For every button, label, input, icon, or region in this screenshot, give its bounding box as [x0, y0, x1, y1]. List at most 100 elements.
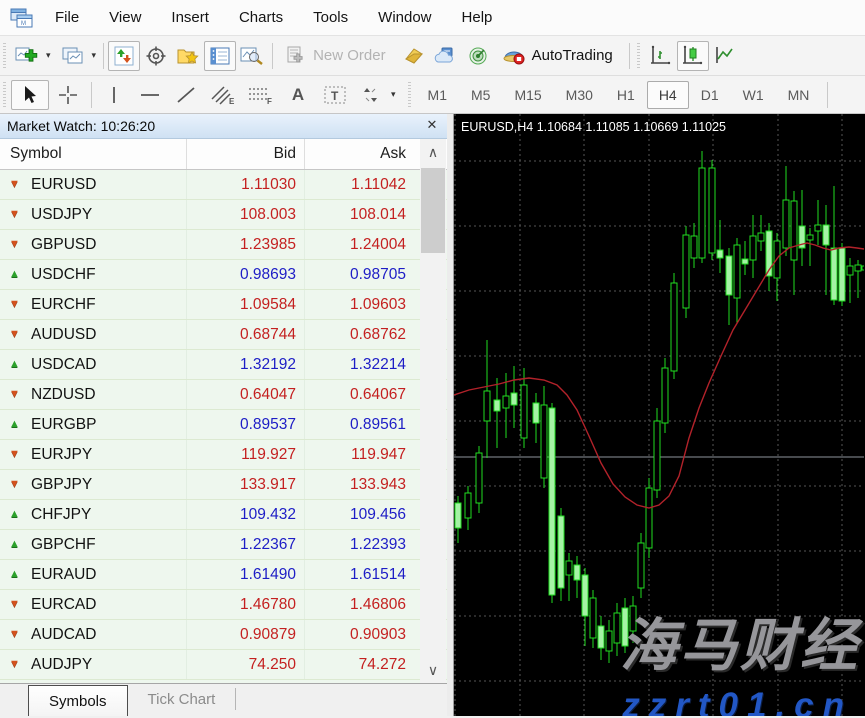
- table-row-usdchf[interactable]: ▲USDCHF0.986930.98705: [0, 260, 447, 290]
- toolbar-grip[interactable]: [1, 82, 9, 108]
- toolbar-grip[interactable]: [635, 43, 643, 69]
- table-row-eurusd[interactable]: ▼EURUSD1.110301.11042: [0, 170, 447, 200]
- ask-value: 109.456: [304, 500, 414, 529]
- timeframe-button-h1[interactable]: H1: [605, 81, 647, 109]
- scrollbar-thumb[interactable]: [421, 168, 445, 253]
- line-chart-mode-icon: [713, 45, 737, 67]
- table-row-eurcad[interactable]: ▼EURCAD1.467801.46806: [0, 590, 447, 620]
- menu-item-help[interactable]: Help: [447, 0, 508, 35]
- tab-symbols[interactable]: Symbols: [28, 685, 128, 716]
- metaeditor-button[interactable]: [398, 41, 430, 71]
- crosshair-tool-button[interactable]: [49, 80, 87, 110]
- strategy-tester-button[interactable]: [236, 41, 268, 71]
- table-row-eurgbp[interactable]: ▲EURGBP0.895370.89561: [0, 410, 447, 440]
- symbol-name: USDCHF: [31, 266, 96, 284]
- column-header-bid[interactable]: Bid: [186, 139, 304, 169]
- navigator-button[interactable]: [172, 41, 204, 71]
- text-tool-button[interactable]: A: [280, 80, 316, 110]
- trendline-tool-button[interactable]: [168, 80, 204, 110]
- symbol-cell: ▼GBPUSD: [0, 236, 186, 254]
- timeframe-button-h4[interactable]: H4: [647, 81, 689, 109]
- ask-value: 74.272: [304, 650, 414, 679]
- trend-down-icon: ▼: [9, 299, 24, 310]
- close-icon[interactable]: ✕: [424, 117, 440, 133]
- menu-item-insert[interactable]: Insert: [156, 0, 224, 35]
- equidistant-channel-tool-button[interactable]: E: [204, 80, 242, 110]
- market-watch-tabs: SymbolsTick Chart: [0, 683, 447, 716]
- bid-value: 0.68744: [186, 320, 304, 349]
- menu-item-charts[interactable]: Charts: [224, 0, 298, 35]
- profiles-caret-icon[interactable]: ▾: [92, 50, 97, 61]
- cursor-icon: [21, 85, 39, 105]
- symbol-name: AUDJPY: [31, 656, 92, 674]
- arrows-tool-caret-icon[interactable]: ▾: [391, 89, 396, 100]
- text-label-tool-button[interactable]: T: [316, 80, 354, 110]
- table-row-gbpjpy[interactable]: ▼GBPJPY133.917133.943: [0, 470, 447, 500]
- vertical-line-tool-button[interactable]: [96, 80, 132, 110]
- symbol-name: GBPJPY: [31, 476, 92, 494]
- table-row-chfjpy[interactable]: ▲CHFJPY109.432109.456: [0, 500, 447, 530]
- table-row-usdjpy[interactable]: ▼USDJPY108.003108.014: [0, 200, 447, 230]
- bar-chart-mode-button[interactable]: [645, 41, 677, 71]
- signals-button[interactable]: [462, 41, 494, 71]
- symbol-name: AUDCAD: [31, 626, 96, 644]
- data-window-button[interactable]: [140, 41, 172, 71]
- menu-item-window[interactable]: Window: [363, 0, 446, 35]
- timeframe-button-m30[interactable]: M30: [554, 81, 605, 109]
- market-watch-titlebar[interactable]: Market Watch: 10:26:20 ✕: [0, 114, 447, 139]
- table-row-nzdusd[interactable]: ▼NZDUSD0.640470.64067: [0, 380, 447, 410]
- scroll-down-icon[interactable]: ∨: [420, 657, 446, 683]
- market-watch-header: Symbol Bid Ask: [0, 139, 447, 170]
- toolbar-grip[interactable]: [406, 82, 414, 108]
- column-header-ask[interactable]: Ask: [304, 139, 414, 169]
- fibonacci-tool-button[interactable]: F: [242, 80, 280, 110]
- bid-value: 0.64047: [186, 380, 304, 409]
- market-watch-scrollbar[interactable]: ∧ ∨: [420, 139, 446, 683]
- table-row-gbpchf[interactable]: ▲GBPCHF1.223671.22393: [0, 530, 447, 560]
- timeframe-button-w1[interactable]: W1: [731, 81, 776, 109]
- terminal-button[interactable]: [204, 41, 236, 71]
- ask-value: 0.98705: [304, 260, 414, 289]
- trend-down-icon: ▼: [9, 479, 24, 490]
- timeframe-button-m1[interactable]: M1: [416, 81, 459, 109]
- table-row-audjpy[interactable]: ▼AUDJPY74.25074.272: [0, 650, 447, 680]
- table-row-eurchf[interactable]: ▼EURCHF1.095841.09603: [0, 290, 447, 320]
- cloud-button[interactable]: [430, 41, 462, 71]
- menu-item-file[interactable]: File: [40, 0, 94, 35]
- profiles-button[interactable]: [57, 41, 89, 71]
- standard-toolbar: ▾ ▾: [0, 36, 865, 76]
- table-row-euraud[interactable]: ▲EURAUD1.614901.61514: [0, 560, 447, 590]
- column-header-symbol[interactable]: Symbol: [0, 145, 186, 163]
- timeframe-button-m15[interactable]: M15: [502, 81, 553, 109]
- table-row-audusd[interactable]: ▼AUDUSD0.687440.68762: [0, 320, 447, 350]
- table-row-audcad[interactable]: ▼AUDCAD0.908790.90903: [0, 620, 447, 650]
- cursor-tool-button[interactable]: [11, 80, 49, 110]
- new-chart-caret-icon[interactable]: ▾: [46, 50, 51, 61]
- horizontal-line-tool-button[interactable]: [132, 80, 168, 110]
- candle-chart-mode-button[interactable]: [677, 41, 709, 71]
- timeframe-button-mn[interactable]: MN: [776, 81, 822, 109]
- symbol-cell: ▲USDCAD: [0, 356, 186, 374]
- chart-area[interactable]: EURUSD,H4 1.10684 1.11085 1.10669 1.1102…: [454, 114, 865, 716]
- table-row-usdcad[interactable]: ▲USDCAD1.321921.32214: [0, 350, 447, 380]
- autotrading-button[interactable]: AutoTrading: [494, 41, 621, 71]
- tab-tick-chart[interactable]: Tick Chart: [128, 688, 237, 710]
- svg-text:M: M: [21, 21, 26, 27]
- scrollbar-track[interactable]: [420, 165, 446, 657]
- table-row-eurjpy[interactable]: ▼EURJPY119.927119.947: [0, 440, 447, 470]
- scroll-up-icon[interactable]: ∧: [420, 139, 446, 165]
- new-order-button[interactable]: New Order: [277, 41, 394, 71]
- market-watch-toggle-button[interactable]: [108, 41, 140, 71]
- timeframe-button-d1[interactable]: D1: [689, 81, 731, 109]
- vertical-line-icon: [105, 85, 123, 105]
- panel-splitter[interactable]: [447, 114, 454, 716]
- table-row-gbpusd[interactable]: ▼GBPUSD1.239851.24004: [0, 230, 447, 260]
- timeframe-button-m5[interactable]: M5: [459, 81, 502, 109]
- menu-item-view[interactable]: View: [94, 0, 156, 35]
- toolbar-grip[interactable]: [1, 43, 9, 69]
- new-chart-button[interactable]: [11, 41, 43, 71]
- menu-item-tools[interactable]: Tools: [298, 0, 363, 35]
- bid-value: 109.432: [186, 500, 304, 529]
- arrows-tool-button[interactable]: [354, 80, 388, 110]
- line-chart-mode-button[interactable]: [709, 41, 741, 71]
